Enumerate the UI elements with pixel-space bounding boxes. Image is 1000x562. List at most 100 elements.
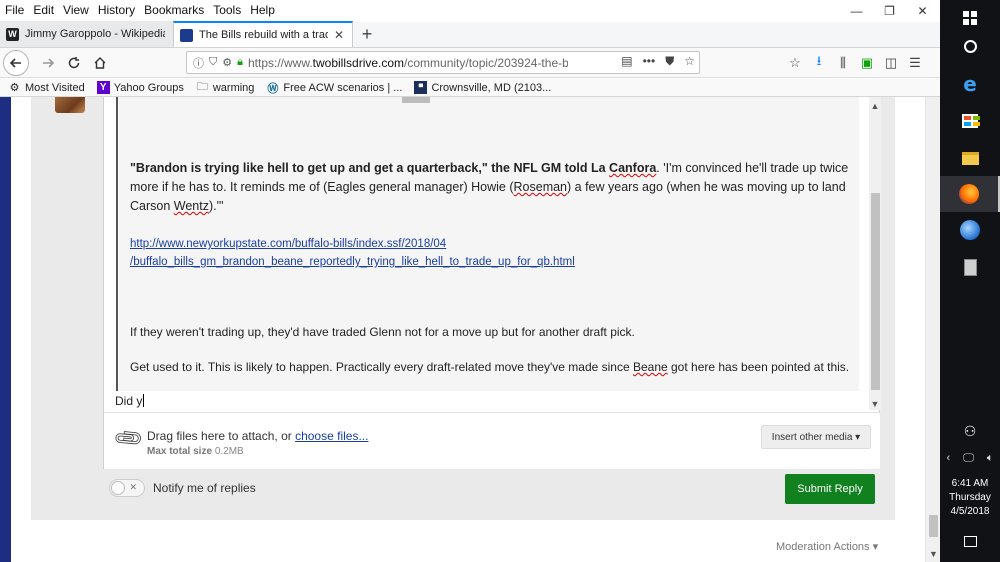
- clock-date[interactable]: 4/5/2018: [940, 506, 1000, 517]
- bookmark-most-visited[interactable]: ⚙ Most Visited: [8, 81, 85, 95]
- notify-label: Notify me of replies: [153, 481, 256, 495]
- info-icon[interactable]: ⓘ: [193, 55, 204, 71]
- menu-bookmarks[interactable]: Bookmarks: [144, 3, 204, 17]
- windows-logo-icon: [963, 11, 977, 25]
- reload-button[interactable]: [61, 50, 87, 76]
- clock-time[interactable]: 6:41 AM: [940, 478, 1000, 489]
- firefox-icon: [959, 184, 979, 204]
- cortana-button[interactable]: [940, 28, 1000, 64]
- scroll-down-arrow-icon[interactable]: ▼: [926, 549, 941, 559]
- chevron-up-icon[interactable]: ‹: [947, 452, 951, 464]
- bookmark-acw-scenarios[interactable]: Ⓦ Free ACW scenarios | ...: [266, 81, 402, 95]
- twobillsdrive-icon: [180, 28, 193, 42]
- file-explorer-taskbar-button[interactable]: [940, 140, 1000, 176]
- thunderbird-taskbar-button[interactable]: [940, 212, 1000, 248]
- restore-button[interactable]: ❐: [873, 0, 906, 22]
- moderation-actions-menu[interactable]: Moderation Actions ▾: [776, 540, 878, 553]
- close-icon: ✕: [129, 482, 137, 492]
- avatar[interactable]: [55, 97, 85, 113]
- download-icon[interactable]: ⭳: [807, 52, 831, 74]
- page-actions-icon[interactable]: •••: [643, 54, 656, 69]
- thunderbird-icon: [960, 220, 980, 240]
- choose-files-link[interactable]: choose files...: [295, 429, 368, 443]
- page-scroll-thumb[interactable]: [929, 515, 938, 537]
- notify-toggle[interactable]: ✕: [109, 479, 145, 497]
- scroll-up-arrow-icon[interactable]: ▲: [869, 101, 881, 111]
- firefox-taskbar-button[interactable]: [940, 176, 1000, 212]
- bookmark-star-icon[interactable]: ☆: [684, 54, 695, 69]
- article-link[interactable]: http://www.newyorkupstate.com/buffalo-bi…: [130, 236, 446, 253]
- typed-reply-text[interactable]: Did y: [115, 394, 144, 408]
- tab-title: The Bills rebuild with a trade-d: [199, 29, 328, 41]
- paperclip-icon: 📎︎: [112, 422, 146, 456]
- close-tab-icon[interactable]: ✕: [334, 28, 344, 42]
- scroll-down-arrow-icon[interactable]: ▼: [869, 399, 881, 409]
- folder-icon: [961, 151, 979, 165]
- bookmark-manager-icon[interactable]: ☆: [783, 55, 807, 71]
- edge-taskbar-button[interactable]: e: [940, 66, 1000, 102]
- minimize-button[interactable]: —: [840, 0, 873, 22]
- menu-icon[interactable]: ☰: [903, 55, 927, 71]
- notification-icon: [963, 535, 977, 547]
- menu-edit[interactable]: Edit: [33, 3, 54, 17]
- wikipedia-icon: W: [6, 27, 19, 41]
- people-button[interactable]: ⚇: [940, 413, 1000, 449]
- tab-title: Jimmy Garoppolo - Wikipedia: [25, 28, 165, 40]
- back-arrow-icon: [9, 57, 21, 68]
- people-icon: ⚇: [963, 422, 977, 439]
- page-scrollbar[interactable]: ▼: [925, 97, 940, 562]
- home-icon: [94, 56, 106, 69]
- store-icon: [962, 114, 980, 128]
- cortana-icon: [963, 39, 977, 53]
- back-button[interactable]: [3, 49, 29, 76]
- editor-scroll-thumb[interactable]: [871, 193, 880, 390]
- gear-icon: ⚙: [9, 82, 20, 94]
- calculator-taskbar-button[interactable]: [940, 249, 1000, 285]
- forward-button[interactable]: [35, 50, 61, 76]
- quote-paragraph: If they weren't trading up, they'd have …: [130, 325, 635, 339]
- url-text[interactable]: https://www.twobillsdrive.com/community/…: [248, 56, 568, 70]
- editor-text-area[interactable]: "Brandon is trying like hell to get up a…: [104, 97, 869, 410]
- clock-day[interactable]: Thursday: [940, 492, 1000, 503]
- pocket-icon[interactable]: ⛊: [665, 54, 674, 69]
- menu-tools[interactable]: Tools: [213, 3, 241, 17]
- tracking-shield-icon[interactable]: ⛉: [209, 56, 217, 69]
- menu-file[interactable]: File: [5, 3, 24, 17]
- quote-tab: [402, 97, 430, 103]
- store-taskbar-button[interactable]: [940, 103, 1000, 139]
- toggle-knob: [111, 481, 125, 495]
- bookmark-crownsville[interactable]: ▀ Crownsville, MD (2103...: [414, 81, 551, 94]
- capital-gazette-icon: ▀: [414, 81, 428, 94]
- menu-history[interactable]: History: [98, 3, 135, 17]
- quote-block: "Brandon is trying like hell to get up a…: [119, 97, 859, 391]
- insert-media-button[interactable]: Insert other media ▾: [761, 425, 871, 449]
- reply-bar: ✕ Notify me of replies Submit Reply: [103, 469, 880, 510]
- new-tab-button[interactable]: +: [353, 21, 381, 47]
- reader-view-icon[interactable]: ▤: [621, 54, 632, 69]
- calculator-icon: [963, 258, 977, 276]
- home-button[interactable]: [87, 50, 113, 76]
- lock-icon[interactable]: 🔒︎: [237, 56, 243, 69]
- submit-reply-button[interactable]: Submit Reply: [785, 474, 875, 504]
- menu-help[interactable]: Help: [250, 3, 275, 17]
- volume-icon[interactable]: 🔈︎: [987, 452, 994, 465]
- bookmark-warming[interactable]: 🗀 warming: [196, 81, 255, 94]
- attachment-area[interactable]: 📎︎ Drag files here to attach, or choose …: [104, 412, 880, 469]
- editor-scrollbar[interactable]: ▲ ▼: [869, 97, 881, 410]
- reply-editor: "Brandon is trying like hell to get up a…: [103, 97, 881, 469]
- action-center-button[interactable]: [940, 528, 1000, 554]
- synced-tabs-icon[interactable]: ▣: [855, 55, 879, 71]
- library-icon[interactable]: ⫼: [831, 55, 855, 71]
- tab-bills[interactable]: The Bills rebuild with a trade-d ✕: [173, 21, 353, 47]
- url-bar[interactable]: ⓘ ⛉ ⚙ 🔒︎ https://www.twobillsdrive.com/c…: [186, 51, 700, 74]
- article-link[interactable]: /buffalo_bills_gm_brandon_beane_reported…: [130, 254, 575, 271]
- bookmark-yahoo-groups[interactable]: Y Yahoo Groups: [96, 81, 184, 94]
- sidebar-icon[interactable]: ◫: [879, 55, 903, 71]
- reload-icon: [68, 56, 80, 68]
- permissions-icon[interactable]: ⚙: [222, 56, 232, 69]
- menu-view[interactable]: View: [63, 3, 89, 17]
- tab-wikipedia[interactable]: W Jimmy Garoppolo - Wikipedia: [0, 21, 173, 47]
- forward-arrow-icon: [43, 57, 55, 68]
- close-window-button[interactable]: ✕: [906, 0, 939, 22]
- network-icon[interactable]: 🖵︎: [963, 452, 974, 465]
